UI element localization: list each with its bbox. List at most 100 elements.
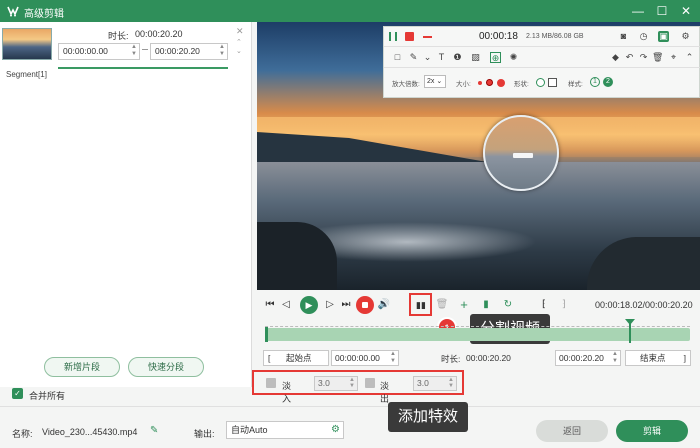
segment-label: Segment[1]: [6, 70, 47, 79]
back-button[interactable]: 返回: [536, 420, 608, 442]
output-format-value: 自动Auto: [231, 425, 268, 435]
app-logo-icon: [7, 6, 19, 17]
fade-in-label: 淡入: [282, 381, 292, 404]
set-end-label: 结束点: [640, 353, 666, 363]
magnifier-tool-icon[interactable]: ⊕: [490, 52, 501, 63]
fade-out-label: 淡出: [380, 381, 390, 404]
fade-in-input[interactable]: 3.0 ▲ ▼: [314, 376, 358, 391]
segment-delete-icon[interactable]: ✕: [236, 26, 244, 37]
trim-end-time-input[interactable]: 00:00:20.20 ▲ ▼: [555, 350, 621, 366]
redo-icon[interactable]: ↷: [638, 52, 649, 63]
collapse-icon[interactable]: ⌃: [684, 52, 695, 63]
segment-duration-label: 时长:: [108, 31, 129, 41]
play-button[interactable]: ▶: [300, 296, 318, 314]
previous-frame-icon[interactable]: ◁: [279, 298, 293, 312]
mark-out-icon[interactable]: ⁆: [557, 298, 571, 312]
recorder-toolbar: 00:00:18 2.13 MB/86.08 GB ◙ ◷ ▣ ⚙ □ ✎ ⌄ …: [383, 26, 700, 98]
spinner-icon[interactable]: ▲ ▼: [448, 377, 454, 389]
add-icon[interactable]: +: [457, 298, 471, 312]
undo-icon[interactable]: ↶: [624, 52, 635, 63]
go-to-start-icon[interactable]: ⏮: [263, 298, 277, 312]
shape-label: 形状:: [514, 81, 529, 88]
fade-out-input[interactable]: 3.0 ▲ ▼: [413, 376, 457, 391]
segment-start-time-text: 00:00:00.00: [63, 46, 108, 56]
bracket-left-icon: [: [268, 353, 271, 363]
split-highlight-box: [409, 293, 432, 316]
minimize-button[interactable]: —: [630, 3, 646, 19]
spinner-icon[interactable]: ▲ ▼: [349, 377, 355, 389]
delete-icon[interactable]: 🗑: [652, 52, 663, 63]
output-settings-icon[interactable]: ⚙: [331, 422, 340, 438]
rectangle-tool-icon[interactable]: □: [392, 52, 403, 63]
shape-circle-option[interactable]: [536, 78, 545, 87]
go-to-end-icon[interactable]: ⏭: [339, 298, 353, 312]
set-start-label: 起始点: [286, 353, 312, 363]
image-tool-icon[interactable]: ▨: [470, 52, 481, 63]
pause-icon[interactable]: [389, 32, 397, 41]
shape-square-option[interactable]: [548, 78, 557, 87]
edit-button[interactable]: 剪辑: [616, 420, 688, 442]
new-segment-button[interactable]: 新增片段: [44, 357, 120, 377]
trim-start-time-input[interactable]: 00:00:00.00 ▲ ▼: [331, 350, 399, 366]
size-small-option[interactable]: [478, 81, 482, 85]
segment-start-time-input[interactable]: 00:00:00.00 ▲ ▼: [58, 43, 140, 60]
segment-end-time-input[interactable]: 00:00:20.20 ▲ ▼: [150, 43, 228, 60]
segment-end-time-text: 00:00:20.20: [155, 46, 200, 56]
trim-duration-label: 时长:: [441, 354, 461, 364]
playback-time: 00:00:18.02/00:00:20.20: [595, 300, 693, 310]
recording-time: 00:00:18: [479, 31, 518, 42]
fade-in-checkbox[interactable]: [266, 378, 276, 388]
eraser-tool-icon[interactable]: ◆: [610, 52, 621, 63]
timeline-start-handle[interactable]: [265, 327, 268, 342]
spinner-icon[interactable]: ▲ ▼: [131, 44, 137, 58]
maximize-button[interactable]: ☐: [654, 3, 670, 19]
recorder-status-row: 00:00:18 2.13 MB/86.08 GB ◙ ◷ ▣ ⚙: [384, 27, 700, 47]
magnifier-lens[interactable]: [483, 115, 559, 191]
playhead-marker[interactable]: [625, 319, 635, 343]
file-name-value: Video_230...45430.mp4: [42, 427, 138, 437]
stop-icon[interactable]: [405, 32, 414, 41]
volume-icon[interactable]: 🔊: [377, 298, 391, 312]
reset-icon[interactable]: ↻: [501, 298, 515, 312]
segment-reorder-icon[interactable]: ⌃ ⌄: [236, 38, 242, 56]
spinner-icon[interactable]: ▲ ▼: [612, 351, 618, 365]
zoom-select[interactable]: 2x ⌄: [424, 75, 446, 88]
camera-icon[interactable]: ◙: [618, 31, 629, 42]
size-label: 大小:: [456, 81, 471, 88]
set-end-button[interactable]: 结束点 ]: [625, 350, 691, 366]
fade-in-value: 3.0: [318, 378, 330, 388]
bracket-right-icon: ]: [683, 353, 686, 363]
fade-out-checkbox[interactable]: [365, 378, 375, 388]
edit-name-icon[interactable]: ✎: [150, 425, 158, 436]
mark-in-icon[interactable]: ⁅: [537, 298, 551, 312]
settings-icon[interactable]: ⚙: [680, 31, 691, 42]
close-button[interactable]: ✕: [678, 3, 694, 19]
set-start-button[interactable]: [ 起始点: [263, 350, 329, 366]
merge-all-checkbox[interactable]: ✓: [12, 388, 23, 399]
number-tool-icon[interactable]: ❶: [452, 52, 463, 63]
minimize-recorder-icon[interactable]: [423, 36, 432, 38]
copy-icon[interactable]: ▮: [479, 298, 493, 312]
style-option-1[interactable]: 1: [590, 77, 600, 87]
spinner-icon[interactable]: ▲ ▼: [390, 351, 396, 365]
size-medium-option[interactable]: [486, 79, 493, 86]
size-large-option[interactable]: [497, 79, 505, 87]
next-frame-icon[interactable]: ▷: [323, 298, 337, 312]
output-label: 输出:: [194, 429, 215, 439]
timeline-track[interactable]: [265, 319, 690, 343]
pen-tool-icon[interactable]: ✎: [408, 52, 419, 63]
quick-split-button[interactable]: 快速分段: [128, 357, 204, 377]
spotlight-tool-icon[interactable]: ✺: [508, 52, 519, 63]
spinner-icon[interactable]: ▲ ▼: [219, 44, 225, 58]
dropdown-icon[interactable]: ⌄: [422, 52, 433, 63]
style-option-2[interactable]: 2: [603, 77, 613, 87]
timer-icon[interactable]: ◷: [638, 31, 649, 42]
output-format-select[interactable]: 自动Auto ⚙: [226, 421, 344, 439]
toolbox-icon[interactable]: ▣: [658, 31, 669, 42]
pin-icon[interactable]: ⌖: [668, 52, 679, 63]
text-tool-icon[interactable]: T: [436, 52, 447, 63]
segment-progress-line: [58, 67, 228, 69]
record-button[interactable]: [356, 296, 374, 314]
segment-thumbnail[interactable]: [2, 28, 52, 60]
delete-clip-icon[interactable]: 🗑: [435, 298, 449, 312]
